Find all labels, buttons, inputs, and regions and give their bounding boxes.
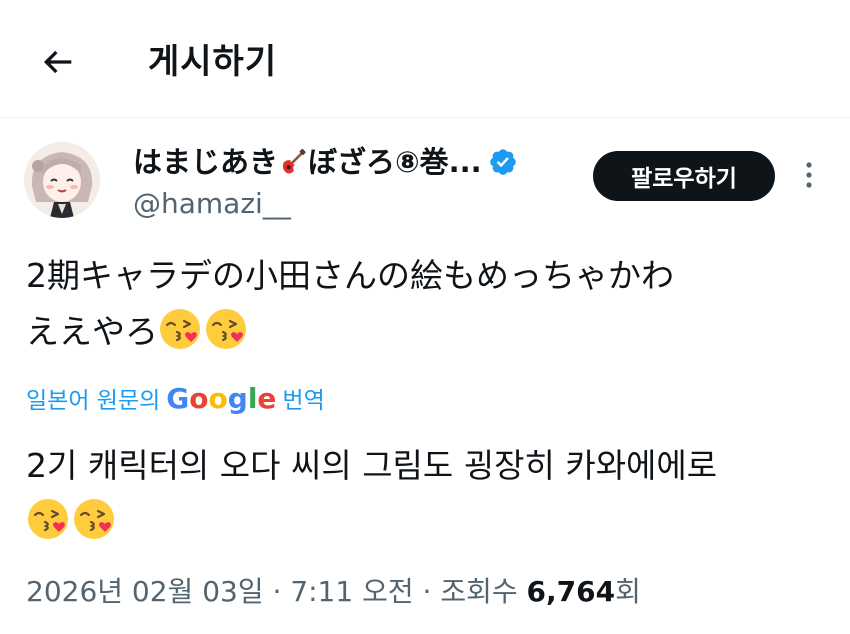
translate-suffix: 번역 [282, 388, 325, 414]
guitar-icon [282, 148, 306, 174]
tweet-time[interactable]: 7:11 오전 [290, 575, 413, 608]
author-name-part1: はまじあき [133, 145, 279, 179]
translated-line-1: 2기 캐릭터의 오다 씨의 그림도 굉장히 카와에에로 [26, 446, 718, 485]
translate-link[interactable]: 일본어 원문의 Google 번역 [26, 378, 325, 418]
tweet-date[interactable]: 2026년 02월 03일 [26, 575, 264, 608]
google-letter: l [247, 381, 258, 415]
meta-separator: · [263, 575, 291, 608]
top-bar: 게시하기 [0, 0, 850, 118]
google-letter: G [166, 381, 190, 415]
google-logo: Google [166, 382, 276, 415]
translated-line-2 [26, 494, 826, 550]
more-vertical-icon [806, 162, 812, 188]
face-blowing-kiss-emoji [28, 499, 68, 539]
tweet-line-2: ええやろ [26, 304, 826, 360]
author-handle[interactable]: @hamazi__ [133, 184, 291, 224]
tweet-line-2-text: ええやろ [26, 312, 158, 351]
meta-separator: · [413, 575, 441, 608]
tweet-text: 2期キャラデの小田さんの絵もめっちゃかわ ええやろ [26, 248, 826, 360]
author-display-name[interactable]: はまじあき ぼざろ⑧巻... [133, 142, 482, 182]
author-name-row: はまじあき ぼざろ⑧巻... [133, 142, 518, 182]
views-count: 6,764 [526, 575, 616, 608]
tweet-line-1: 2期キャラデの小田さんの絵もめっちゃかわ [26, 256, 674, 295]
verified-badge-icon [489, 149, 516, 175]
google-letter: o [189, 381, 209, 415]
avatar-illustration [24, 142, 100, 218]
avatar[interactable] [24, 142, 100, 218]
face-blowing-kiss-emoji [74, 499, 114, 539]
arrow-left-icon [43, 50, 72, 74]
translated-text: 2기 캐릭터의 오다 씨의 그림도 굉장히 카와에에로 [26, 438, 826, 550]
views-label: 조회수 [440, 575, 518, 608]
google-letter: g [227, 381, 248, 415]
google-letter: e [257, 381, 277, 415]
face-blowing-kiss-emoji [160, 309, 200, 349]
translate-prefix: 일본어 원문의 [26, 388, 161, 414]
follow-button[interactable]: 팔로우하기 [593, 151, 775, 201]
views-suffix: 회 [615, 575, 641, 608]
page-title: 게시하기 [148, 42, 278, 82]
face-blowing-kiss-emoji [206, 309, 246, 349]
more-options-button[interactable] [792, 152, 826, 198]
tweet-meta: 2026년 02월 03일 · 7:11 오전 · 조회수 6,764회 [26, 570, 641, 614]
back-button[interactable] [34, 38, 82, 86]
google-letter: o [208, 381, 228, 415]
author-name-part2: ぼざろ⑧巻... [308, 145, 482, 179]
